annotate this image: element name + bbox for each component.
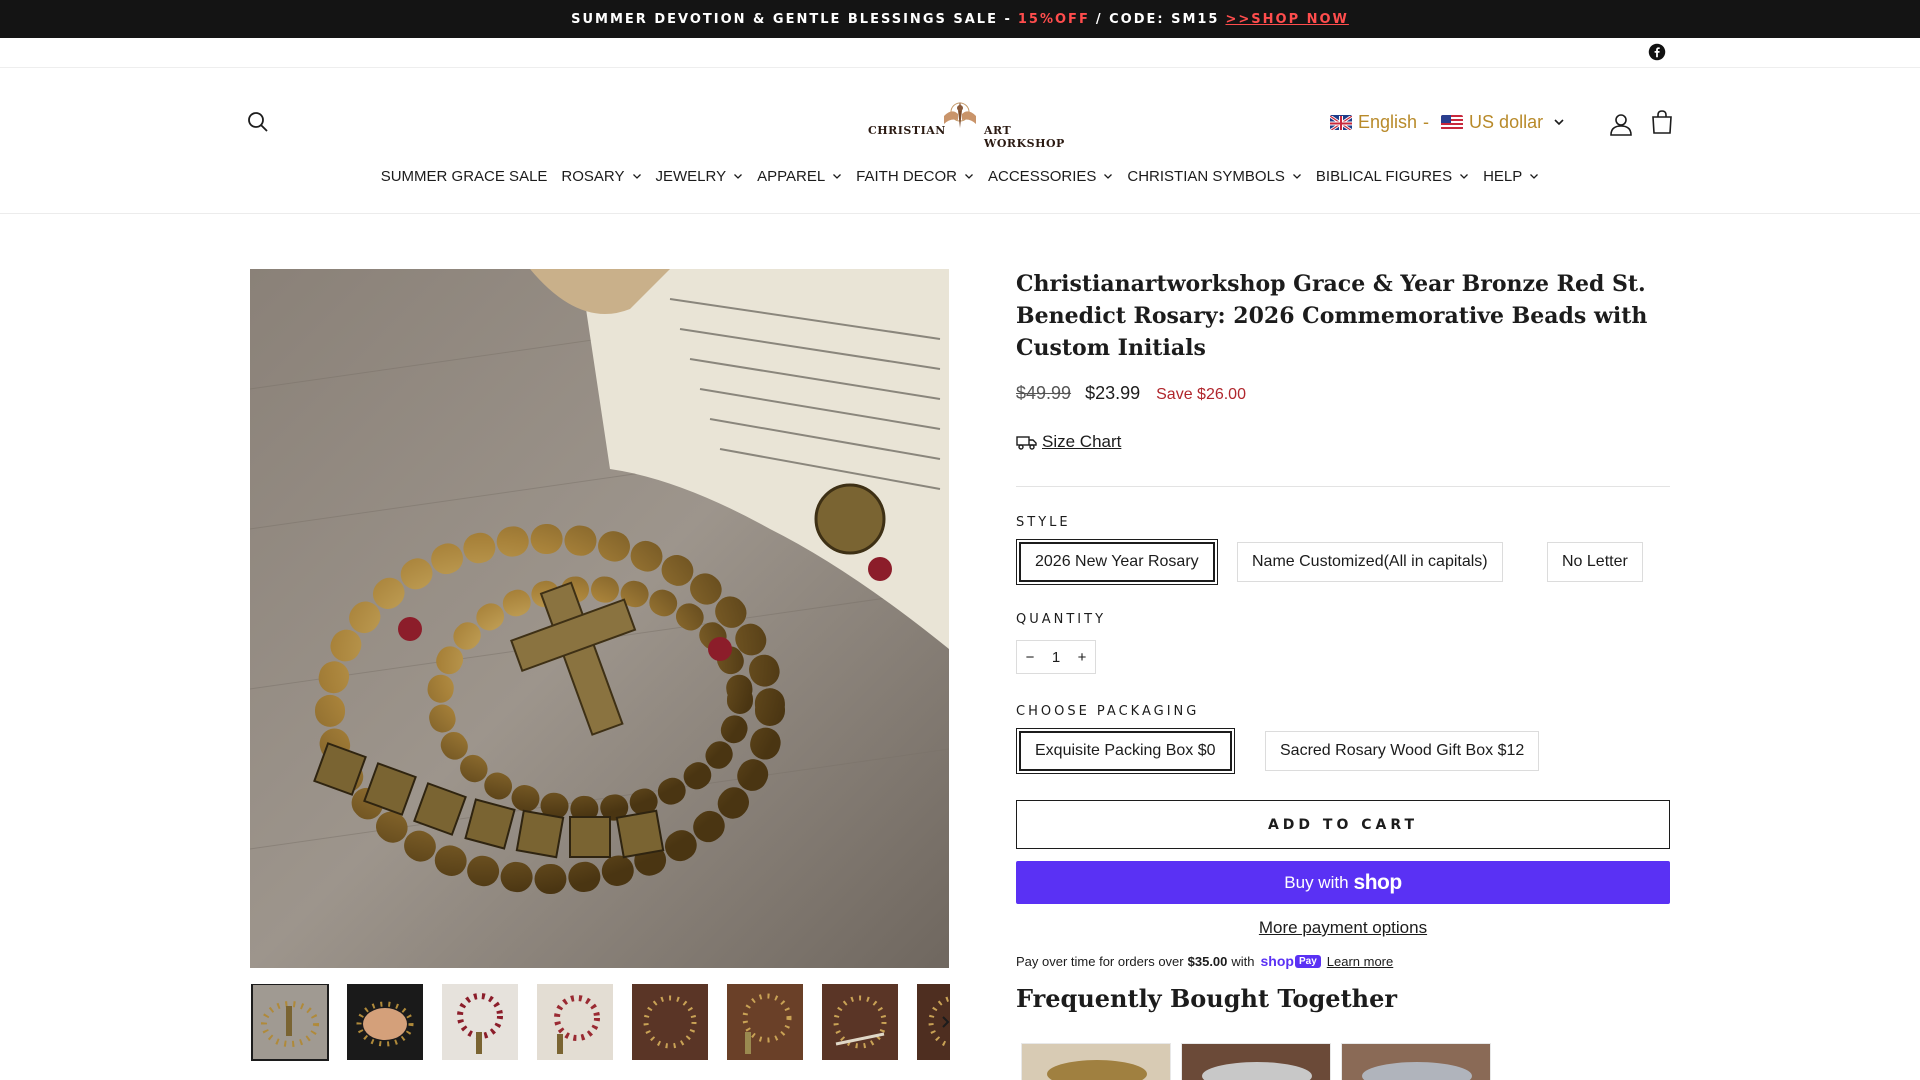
store-logo[interactable]: CHRISTIAN ART WORKSHOP xyxy=(860,98,1064,150)
currency-label: US dollar xyxy=(1469,111,1544,132)
announcement-bar: SUMMER DEVOTION & GENTLE BLESSINGS SALE … xyxy=(0,0,1920,38)
fbt-product-card[interactable] xyxy=(1181,1043,1331,1080)
announcement-discount: 15%OFF xyxy=(1017,11,1090,27)
logo-word-left: CHRISTIAN xyxy=(868,124,946,137)
shop-pay-logo: shop Pay xyxy=(1261,953,1321,969)
fbt-product-card[interactable] xyxy=(1341,1043,1491,1080)
search-icon[interactable] xyxy=(246,110,270,134)
installments-message: Pay over time for orders over $35.00 wit… xyxy=(1016,953,1393,969)
uk-flag-icon xyxy=(1330,114,1352,130)
truck-icon xyxy=(1016,436,1037,450)
thumbnail-7[interactable] xyxy=(822,984,898,1060)
language-label: English xyxy=(1358,111,1418,132)
nav-item-label: SUMMER GRACE SALE xyxy=(380,167,548,185)
size-chart-label[interactable]: Size Chart xyxy=(1042,432,1121,452)
installments-with: with xyxy=(1231,953,1255,969)
main-nav: SUMMER GRACE SALE ROSARY JEWELRY APPAREL FAI… xyxy=(0,163,1920,189)
nav-item-apparel[interactable]: APPAREL xyxy=(750,163,849,189)
chevron-down-icon xyxy=(1292,174,1301,179)
nav-item-christian-symbols[interactable]: CHRISTIAN SYMBOLS xyxy=(1120,163,1309,189)
chevron-down-icon xyxy=(734,174,743,179)
chevron-right-icon[interactable] xyxy=(936,1012,956,1032)
shop-pay-word: shop xyxy=(1260,953,1294,969)
style-option-2026-new-year[interactable]: 2026 New Year Rosary xyxy=(1016,539,1218,585)
shop-brand-label: shop xyxy=(1353,870,1403,894)
packaging-option-wood-gift-box[interactable]: Sacred Rosary Wood Gift Box $12 xyxy=(1265,731,1540,771)
shop-now-link[interactable]: >>SHOP NOW xyxy=(1225,12,1348,27)
more-payment-options-link[interactable]: More payment options xyxy=(1016,918,1670,938)
buy-with-shop-button[interactable]: Buy with shop xyxy=(1016,861,1670,904)
account-icon[interactable] xyxy=(1608,111,1634,137)
cart-icon[interactable] xyxy=(1649,109,1675,135)
thumbnail-4[interactable] xyxy=(537,984,613,1060)
product-title: Christianartworkshop Grace & Year Bronze… xyxy=(1016,271,1648,361)
price-sale: $23.99 xyxy=(1085,383,1141,403)
style-label: STYLE xyxy=(1016,515,1071,530)
nav-item-label: JEWELRY xyxy=(655,167,727,185)
quantity-input[interactable]: 1 xyxy=(1043,649,1069,666)
nav-item-label: ROSARY xyxy=(561,167,625,185)
thumbnail-1[interactable] xyxy=(251,984,329,1061)
chevron-down-icon xyxy=(1104,174,1113,179)
thumbnail-2[interactable] xyxy=(347,984,423,1060)
locale-separator: - xyxy=(1423,111,1430,132)
thumbnail-3[interactable] xyxy=(442,984,518,1060)
packaging-option-exquisite-box[interactable]: Exquisite Packing Box $0 xyxy=(1016,728,1235,774)
buy-with-label: Buy with xyxy=(1284,872,1349,892)
packaging-label: CHOOSE PACKAGING xyxy=(1016,704,1200,719)
chevron-down-icon xyxy=(965,174,973,179)
chevron-down-icon xyxy=(1460,174,1469,179)
announcement-text: SUMMER DEVOTION & GENTLE BLESSINGS SALE … xyxy=(571,11,1012,27)
learn-more-link[interactable]: Learn more xyxy=(1327,954,1393,969)
price-block: $49.99 $23.99 Save $26.00 xyxy=(1016,383,1246,404)
nav-item-label: HELP xyxy=(1483,167,1523,185)
locale-selector[interactable]: English - US dollar xyxy=(1330,109,1565,135)
announcement-code: / CODE: SM15 xyxy=(1095,11,1220,27)
nav-item-rosary[interactable]: ROSARY xyxy=(554,163,648,189)
installments-amount: $35.00 xyxy=(1187,953,1228,969)
size-chart-link[interactable]: Size Chart xyxy=(1016,432,1121,452)
quantity-stepper: − 1 + xyxy=(1016,640,1096,674)
frequently-bought-together-heading: Frequently Bought Together xyxy=(1016,984,1398,1013)
info-divider xyxy=(1016,486,1670,487)
chevron-down-icon xyxy=(1530,174,1539,179)
price-original: $49.99 xyxy=(1016,383,1072,403)
facebook-icon[interactable] xyxy=(1648,43,1666,61)
fbt-product-card[interactable] xyxy=(1021,1043,1171,1080)
installments-text: Pay over time for orders over xyxy=(1016,953,1184,969)
header-divider xyxy=(0,213,1920,214)
nav-item-biblical-figures[interactable]: BIBLICAL FIGURES xyxy=(1309,163,1476,189)
chevron-down-icon xyxy=(1554,119,1564,126)
style-option-name-customized[interactable]: Name Customized(All in capitals) xyxy=(1237,542,1503,582)
shop-pay-badge: Pay xyxy=(1294,954,1321,968)
rosary-photo xyxy=(250,269,949,968)
us-flag-icon xyxy=(1441,114,1464,130)
thumbnail-5[interactable] xyxy=(632,984,708,1060)
nav-item-summer-grace-sale[interactable]: SUMMER GRACE SALE xyxy=(374,163,555,189)
quantity-label: QUANTITY xyxy=(1016,612,1107,627)
chevron-down-icon xyxy=(833,174,842,179)
nav-item-label: BIBLICAL FIGURES xyxy=(1315,167,1453,185)
nav-item-faith-decor[interactable]: FAITH DECOR xyxy=(849,163,981,189)
nav-item-label: APPAREL xyxy=(757,167,826,185)
logo-word-right: ART WORKSHOP xyxy=(984,124,1065,150)
chevron-down-icon xyxy=(632,174,641,179)
nav-item-accessories[interactable]: ACCESSORIES xyxy=(981,163,1120,189)
nav-item-label: ACCESSORIES xyxy=(988,167,1097,185)
savings-badge: Save $26.00 xyxy=(1156,386,1246,403)
product-main-image[interactable] xyxy=(250,269,949,968)
nav-item-label: FAITH DECOR xyxy=(856,167,958,185)
thumbnail-strip xyxy=(250,984,950,1062)
thumbnail-6[interactable] xyxy=(727,984,803,1060)
nav-item-jewelry[interactable]: JEWELRY xyxy=(649,163,751,189)
add-to-cart-button[interactable]: ADD TO CART xyxy=(1016,800,1670,849)
style-option-no-letter[interactable]: No Letter xyxy=(1547,542,1643,582)
quantity-minus-button[interactable]: − xyxy=(1017,649,1043,666)
social-row xyxy=(0,38,1920,68)
nav-item-label: CHRISTIAN SYMBOLS xyxy=(1127,167,1285,185)
quantity-plus-button[interactable]: + xyxy=(1069,649,1095,666)
nav-item-help[interactable]: HELP xyxy=(1476,163,1546,189)
